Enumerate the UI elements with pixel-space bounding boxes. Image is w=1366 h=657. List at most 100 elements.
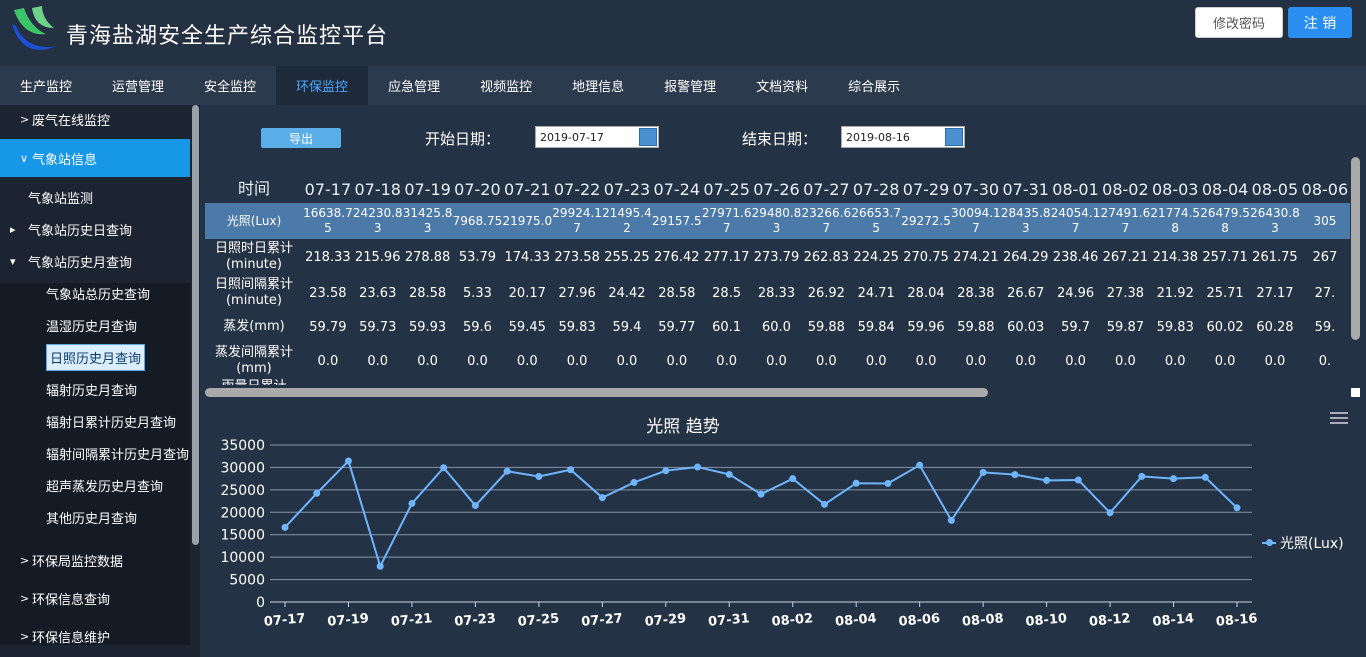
tab-9[interactable]: 综合展示 [828, 66, 920, 105]
table-cell: 0.0 [1065, 353, 1086, 369]
sidebar-scrollbar[interactable] [192, 105, 199, 545]
sidebar-item-weather-day[interactable]: ▸ 气象站历史日查询 [0, 213, 190, 245]
menu-icon[interactable] [1330, 412, 1348, 426]
start-date-value: 2019-07-17 [540, 130, 604, 144]
table-cell: 27.38 [1106, 285, 1144, 301]
calendar-icon[interactable] [945, 128, 963, 146]
sidebar-subitem-label: 辐射间隔累计历史月查询 [46, 447, 190, 463]
table-cell: 277.17 [703, 249, 750, 265]
tab-4[interactable]: 应急管理 [368, 66, 460, 105]
data-point[interactable] [535, 473, 543, 481]
table-cell: 5.33 [462, 285, 492, 301]
calendar-icon[interactable] [639, 128, 657, 146]
data-point[interactable] [789, 475, 797, 483]
sidebar-subitem-5[interactable]: 辐射间隔累计历史月查询 [0, 437, 190, 469]
data-point[interactable] [1170, 475, 1178, 483]
sidebar-subitem-label: 温湿历史月查询 [46, 319, 138, 335]
data-point[interactable] [725, 470, 733, 478]
data-point[interactable] [757, 490, 765, 498]
data-point[interactable] [947, 516, 955, 524]
data-table: 时间 07-17 07-18 07-19 07-20 07-21 07-22 07-23 07-… [205, 175, 1350, 385]
data-point[interactable] [979, 468, 987, 476]
data-point[interactable] [630, 478, 638, 486]
y-tick-label: 15000 [220, 528, 265, 544]
logout-button[interactable]: 注 销 [1288, 7, 1352, 38]
tab-2[interactable]: 安全监控 [184, 66, 276, 105]
table-cell: 7968.75 [452, 203, 503, 239]
sidebar-subitem-7[interactable]: 其他历史月查询 [0, 501, 190, 533]
data-point[interactable] [344, 457, 352, 465]
sidebar-subitem-0[interactable]: 气象站总历史查询 [0, 277, 190, 309]
sidebar-subitem-3[interactable]: 辐射历史月查询 [0, 373, 190, 405]
sidebar-item-weather-monitor[interactable]: 气象站监测 [0, 181, 190, 213]
table-cell: 270.75 [903, 249, 949, 265]
data-point[interactable] [471, 502, 479, 510]
chart-legend[interactable]: 光照(Lux) [1262, 533, 1344, 553]
export-button[interactable]: 导出 [261, 128, 341, 148]
data-point[interactable] [916, 461, 924, 469]
data-point[interactable] [598, 494, 606, 502]
data-point[interactable] [503, 467, 511, 475]
sidebar-item-env-query[interactable]: > 环保信息查询 [0, 579, 190, 617]
start-date-input[interactable]: 2019-07-17 [535, 126, 659, 148]
tab-8[interactable]: 文档资料 [736, 66, 828, 105]
end-date-input[interactable]: 2019-08-16 [841, 126, 965, 148]
table-hscrollbar[interactable] [205, 388, 988, 397]
table-cell: 24230.83 [352, 203, 403, 239]
tab-6[interactable]: 地理信息 [552, 66, 644, 105]
data-point[interactable] [884, 479, 892, 487]
data-point[interactable] [1138, 472, 1146, 480]
data-point[interactable] [281, 523, 289, 531]
sidebar-item-weather[interactable]: ∨ 气象站信息 [0, 139, 190, 177]
table-cell: 59.87 [1106, 319, 1144, 335]
x-tick-label: 07-25 [517, 611, 560, 630]
sidebar-item-exhaust[interactable]: > 废气在线监控 [0, 100, 190, 138]
data-point[interactable] [1233, 504, 1241, 512]
table-cell: 261.75 [1252, 249, 1298, 265]
table-cell: 60.02 [1206, 319, 1244, 335]
table-cell: 59.73 [359, 319, 397, 335]
table-cell: 59. [1314, 319, 1336, 335]
table-header-date: 07-22 [553, 179, 601, 199]
table-cell: 27.96 [558, 285, 596, 301]
data-point[interactable] [567, 466, 575, 474]
table-cell: 28.33 [757, 285, 796, 301]
table-vscrollbar[interactable] [1351, 157, 1360, 340]
y-tick-label: 0 [256, 595, 265, 611]
data-point[interactable] [1074, 476, 1082, 484]
data-point[interactable] [820, 500, 828, 508]
data-point[interactable] [376, 562, 384, 570]
tab-7[interactable]: 报警管理 [644, 66, 736, 105]
data-point[interactable] [1043, 476, 1051, 484]
table-cell: 267 [1312, 249, 1338, 265]
data-point[interactable] [313, 489, 321, 497]
table-cell: 21975.0 [502, 203, 553, 239]
change-password-button[interactable]: 修改密码 [1195, 7, 1283, 38]
table-cell: 27.17 [1256, 285, 1294, 301]
x-tick-label: 07-21 [390, 611, 433, 630]
data-point[interactable] [440, 464, 448, 472]
table-header-date: 08-02 [1102, 179, 1149, 199]
x-tick-label: 08-06 [898, 611, 941, 630]
sidebar-item-env-maintain[interactable]: > 环保信息维护 [0, 617, 190, 655]
tab-3[interactable]: 环保监控 [276, 66, 369, 105]
data-point[interactable] [408, 499, 416, 507]
table-cell: 224.25 [853, 249, 899, 265]
sidebar-subitem-2[interactable]: 日照历史月查询 [0, 341, 190, 373]
data-point[interactable] [1011, 471, 1019, 479]
data-point[interactable] [662, 467, 670, 475]
data-point[interactable] [1201, 473, 1209, 481]
data-point[interactable] [1106, 509, 1114, 517]
logo-icon [12, 6, 56, 50]
table-header-date: 08-04 [1201, 179, 1249, 199]
sidebar-item-env-bureau[interactable]: > 环保局监控数据 [0, 541, 190, 579]
tab-5[interactable]: 视频监控 [460, 66, 552, 105]
table-header-date: 08-06 [1301, 179, 1349, 199]
sidebar-subitem-1[interactable]: 温湿历史月查询 [0, 309, 190, 341]
data-point[interactable] [852, 479, 860, 487]
sidebar-item-label: 气象站监测 [28, 191, 94, 207]
sidebar-item-weather-month[interactable]: ▾ 气象站历史月查询 [0, 245, 190, 277]
data-point[interactable] [694, 463, 702, 471]
light-trend-chart: 35000 30000 25000 20000 15000 10000 5000 007-17… [220, 438, 1258, 630]
sidebar-subitem-6[interactable]: 超声蒸发历史月查询 [0, 469, 190, 501]
